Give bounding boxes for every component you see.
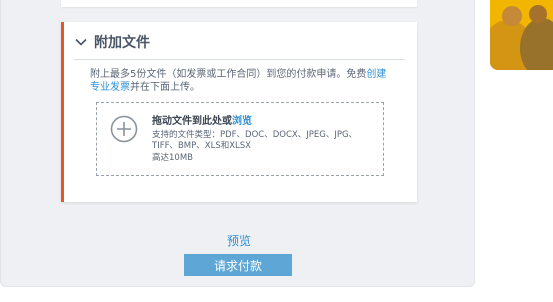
attachments-description: 附上最多5份文件（如发票或工作合同）到您的付款申请。免费创建专业发票并在下面上传… xyxy=(90,68,390,94)
header-divider xyxy=(74,59,405,60)
description-text: 附上最多5份文件（如发票或工作合同）到您的付款申请。免费 xyxy=(90,69,367,80)
description-suffix: 并在下面上传。 xyxy=(130,82,200,93)
promo-image xyxy=(490,0,553,70)
add-circle-icon[interactable] xyxy=(110,115,138,143)
file-dropzone[interactable]: 拖动文件到此处或浏览 支持的文件类型：PDF、DOC、DOCX、JPEG、JPG… xyxy=(96,102,384,176)
dropzone-text: 拖动文件到此处或浏览 支持的文件类型：PDF、DOC、DOCX、JPEG、JPG… xyxy=(152,115,380,164)
preview-link[interactable]: 预览 xyxy=(222,232,256,249)
attachments-title: 附加文件 xyxy=(94,35,150,51)
attachments-header[interactable]: 附加文件 xyxy=(74,32,150,52)
chevron-down-icon[interactable] xyxy=(74,35,88,49)
previous-section-card xyxy=(61,0,417,7)
dropzone-title: 拖动文件到此处或浏览 xyxy=(152,115,380,128)
browse-link[interactable]: 浏览 xyxy=(232,116,252,127)
dropzone-title-text: 拖动文件到此处或 xyxy=(152,116,232,127)
attachments-card: 附加文件 附上最多5份文件（如发票或工作合同）到您的付款申请。免费创建专业发票并… xyxy=(61,22,417,202)
supported-file-types: 支持的文件类型：PDF、DOC、DOCX、JPEG、JPG、TIFF、BMP、X… xyxy=(152,130,358,151)
max-file-size: 高达10MB xyxy=(152,153,193,163)
request-payment-button[interactable]: 请求付款 xyxy=(184,254,292,276)
